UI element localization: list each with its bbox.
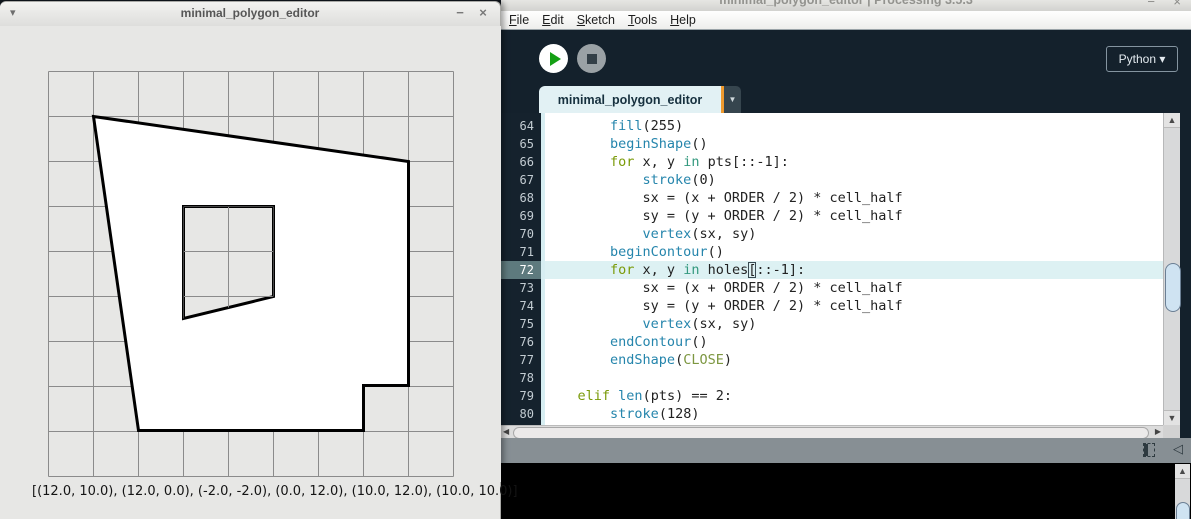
console-scrollbar[interactable]: ▲	[1175, 464, 1190, 519]
ide-window-title: minimal_polygon_editor | Processing 3.5.…	[719, 0, 973, 7]
code-line-79[interactable]: elif len(pts) == 2:	[545, 387, 1163, 405]
line-number: 76	[519, 335, 534, 349]
line-number: 80	[519, 407, 534, 421]
code-line-77[interactable]: endShape(CLOSE)	[545, 351, 1163, 369]
tab-minimal-polygon-editor[interactable]: minimal_polygon_editor	[539, 86, 721, 113]
line-number: 67	[519, 173, 534, 187]
code-line-75[interactable]: vertex(sx, sy)	[545, 315, 1163, 333]
run-button[interactable]	[539, 44, 568, 73]
ide-header: Python ▾ minimal_polygon_editor ▼	[501, 31, 1191, 113]
code-line-67[interactable]: stroke(0)	[545, 171, 1163, 189]
ide-minimize-icon[interactable]: −	[1147, 0, 1155, 9]
collapse-console-icon[interactable]: ◁	[1173, 441, 1183, 457]
scrollbar-corner	[1163, 425, 1180, 438]
console-scroll-up-icon[interactable]: ▲	[1175, 464, 1190, 479]
scroll-up-icon[interactable]: ▲	[1164, 113, 1180, 128]
code-line-80[interactable]: stroke(128)	[545, 405, 1163, 423]
code-line-70[interactable]: vertex(sx, sy)	[545, 225, 1163, 243]
line-number: 70	[519, 227, 534, 241]
console-scrollbar-thumb[interactable]	[1176, 502, 1190, 519]
code-line-68[interactable]: sx = (x + ORDER / 2) * cell_half	[545, 189, 1163, 207]
processing-ide-window: minimal_polygon_editor | Processing 3.5.…	[501, 0, 1191, 519]
polygon-editor-titlebar[interactable]: ▾ minimal_polygon_editor − ×	[0, 2, 500, 27]
close-icon[interactable]: ×	[475, 5, 491, 20]
menu-tools[interactable]: Tools	[626, 13, 659, 27]
code-area[interactable]: fill(255) beginShape() for x, y in pts[:…	[545, 113, 1163, 425]
menu-file[interactable]: File	[507, 13, 531, 27]
menu-help[interactable]: Help	[668, 13, 698, 27]
tab-dropdown-button[interactable]: ▼	[724, 86, 741, 113]
line-number: 71	[519, 245, 534, 259]
menu-edit[interactable]: Edit	[540, 13, 566, 27]
editor-horizontal-scrollbar[interactable]: ◀ ▶	[501, 425, 1163, 439]
stop-button[interactable]	[577, 44, 606, 73]
ide-close-icon[interactable]: ×	[1173, 0, 1181, 9]
chevron-down-icon: ▼	[728, 95, 737, 104]
stop-icon	[586, 53, 597, 64]
play-icon	[550, 51, 561, 66]
code-line-65[interactable]: beginShape()	[545, 135, 1163, 153]
screen: minimal_polygon_editor | Processing 3.5.…	[0, 0, 1191, 519]
line-number: 73	[519, 281, 534, 295]
code-line-72[interactable]: for x, y in holes[::-1]:	[545, 261, 1163, 279]
line-number: 75	[519, 317, 534, 331]
line-number: 69	[519, 209, 534, 223]
line-number: 64	[519, 119, 534, 133]
line-number: 68	[519, 191, 534, 205]
scroll-down-icon[interactable]: ▼	[1164, 410, 1180, 425]
code-line-71[interactable]: beginContour()	[545, 243, 1163, 261]
tab-row: minimal_polygon_editor ▼	[539, 86, 741, 113]
code-line-74[interactable]: sy = (y + ORDER / 2) * cell_half	[545, 297, 1163, 315]
code-line-69[interactable]: sy = (y + ORDER / 2) * cell_half	[545, 207, 1163, 225]
code-line-76[interactable]: endContour()	[545, 333, 1163, 351]
polygon-canvas[interactable]	[0, 26, 501, 482]
code-line-64[interactable]: fill(255)	[545, 117, 1163, 135]
polygon-editor-title: minimal_polygon_editor	[180, 6, 320, 20]
code-line-66[interactable]: for x, y in pts[::-1]:	[545, 153, 1163, 171]
editor-vertical-scrollbar[interactable]: ▲ ▼	[1163, 113, 1181, 425]
line-number: 66	[519, 155, 534, 169]
line-number-gutter: 64 65 66 67 68 69 70 71 72 73 74 75 76 77 78 79 80	[501, 113, 541, 425]
minimize-icon[interactable]: −	[452, 5, 468, 20]
menubar: File Edit Sketch Tools Help	[501, 11, 1191, 30]
mode-selector-button[interactable]: Python ▾	[1106, 46, 1178, 72]
clipboard-icon[interactable]	[1143, 443, 1155, 457]
editor-scrollbar-thumb[interactable]	[1165, 263, 1181, 312]
line-number: 79	[519, 389, 534, 403]
polygon-editor-window: ▾ minimal_polygon_editor − × [(12.0, 10.…	[0, 1, 518, 519]
code-line-73[interactable]: sx = (x + ORDER / 2) * cell_half	[545, 279, 1163, 297]
line-number: 74	[519, 299, 534, 313]
console-output	[501, 463, 1191, 519]
line-number: 78	[519, 371, 534, 385]
points-status-text: [(12.0, 10.0), (12.0, 0.0), (-2.0, -2.0)…	[32, 484, 518, 499]
scroll-left-icon[interactable]: ◀	[503, 426, 509, 438]
message-bar: ◁	[501, 438, 1191, 463]
line-number: 65	[519, 137, 534, 151]
code-editor[interactable]: 64 65 66 67 68 69 70 71 72 73 74 75 76 77 78 79 80 fill(…	[501, 113, 1180, 425]
line-number: 77	[519, 353, 534, 367]
ide-titlebar[interactable]: minimal_polygon_editor | Processing 3.5.…	[501, 0, 1191, 11]
code-line-78[interactable]	[545, 369, 1163, 387]
scroll-right-icon[interactable]: ▶	[1155, 426, 1161, 438]
menu-sketch[interactable]: Sketch	[575, 13, 617, 27]
line-number: 72	[501, 261, 541, 279]
